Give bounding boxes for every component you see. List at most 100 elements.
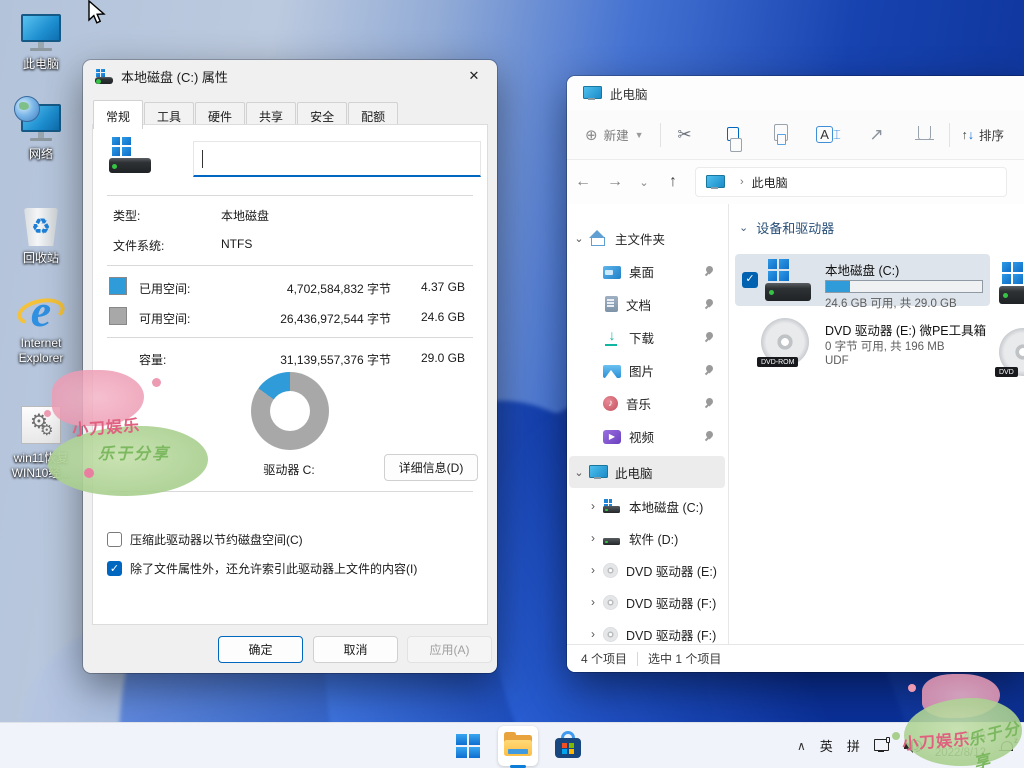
- index-checkbox-label: 除了文件属性外，还允许索引此驱动器上文件的内容(I): [130, 560, 417, 577]
- chevron-down-icon: ▼: [635, 130, 644, 140]
- ime-language-indicator[interactable]: 英: [820, 736, 833, 755]
- desktop-icon-recycle-bin[interactable]: ♻ 回收站: [0, 206, 82, 266]
- chevron-collapsed-icon[interactable]: ›: [583, 595, 603, 609]
- taskbar-file-explorer-button[interactable]: [498, 726, 538, 766]
- desktop-icon-this-pc[interactable]: 此电脑: [0, 12, 82, 72]
- desktop-icon-label: Internet Explorer: [0, 336, 82, 366]
- index-contents-checkbox-row[interactable]: ✓ 除了文件属性外，还允许索引此驱动器上文件的内容(I): [107, 560, 417, 577]
- rename-icon[interactable]: A⌶: [805, 127, 853, 143]
- volume-icon[interactable]: [904, 739, 921, 753]
- desktop-icon-internet-explorer[interactable]: e Internet Explorer: [0, 291, 82, 366]
- nav-drive-d[interactable]: › 软件 (D:): [569, 522, 725, 554]
- nav-desktop[interactable]: 桌面: [569, 255, 725, 287]
- dvd-icon: [603, 563, 618, 578]
- nav-videos[interactable]: ▶ 视频: [569, 420, 725, 452]
- chevron-expanded-icon[interactable]: ⌄: [569, 466, 589, 479]
- taskbar-store-button[interactable]: [548, 726, 588, 766]
- dvd-icon: [603, 627, 618, 642]
- nav-downloads[interactable]: ↓ 下载: [569, 321, 725, 353]
- paste-icon[interactable]: [757, 124, 805, 146]
- type-value: 本地磁盘: [221, 207, 269, 224]
- nav-dvd-f[interactable]: › DVD 驱动器 (F:): [569, 586, 725, 618]
- share-icon[interactable]: ↗: [853, 125, 901, 145]
- back-icon[interactable]: ←: [567, 173, 599, 191]
- nav-drive-c[interactable]: › 本地磁盘 (C:): [569, 490, 725, 522]
- nav-home[interactable]: ⌄ 主文件夹: [569, 222, 725, 254]
- selected-checkbox[interactable]: ✓: [742, 272, 758, 288]
- drive-letter-label: 驱动器 C:: [189, 461, 389, 478]
- dialog-titlebar[interactable]: 本地磁盘 (C:) 属性: [83, 60, 497, 92]
- free-space-label: 可用空间:: [139, 310, 190, 327]
- start-button[interactable]: [448, 726, 488, 766]
- details-button[interactable]: 详细信息(D): [384, 454, 478, 481]
- drive-icon: [603, 498, 621, 514]
- explorer-statusbar: 4 个项目 选中 1 个项目: [567, 644, 1024, 672]
- volume-label-input[interactable]: [193, 141, 481, 177]
- disk-usage-pie-chart: [251, 372, 329, 450]
- desktop-icon: [603, 266, 621, 279]
- history-chevron-icon[interactable]: ⌄: [631, 176, 657, 189]
- pin-icon: [705, 398, 715, 408]
- taskbar-clock[interactable]: 14:55 2022/8/12: [935, 730, 986, 761]
- drive-icon: [95, 69, 113, 84]
- close-icon[interactable]: ✕: [451, 60, 497, 92]
- sort-button[interactable]: ↑↓ 排序: [950, 125, 1005, 144]
- ok-button[interactable]: 确定: [218, 636, 303, 663]
- compress-checkbox[interactable]: [107, 532, 122, 547]
- apply-button[interactable]: 应用(A): [407, 636, 492, 663]
- notification-bell-icon[interactable]: z: [1000, 739, 1014, 753]
- drive-c-tile[interactable]: ✓ 本地磁盘 (C:) 24.6 GB 可用, 共 29.0 GB: [735, 254, 990, 306]
- devices-and-drives-section-header[interactable]: ⌄ 设备和驱动器: [739, 218, 834, 237]
- capacity-size: 29.0 GB: [399, 351, 465, 365]
- network-icon[interactable]: [874, 739, 890, 752]
- chevron-collapsed-icon[interactable]: ›: [583, 627, 603, 641]
- chevron-collapsed-icon[interactable]: ›: [583, 563, 603, 577]
- capacity-bytes: 31,139,557,376 字节: [233, 351, 391, 368]
- nav-this-pc[interactable]: ⌄ 此电脑: [569, 456, 725, 488]
- new-button[interactable]: ⊕ 新建 ▼: [567, 125, 660, 144]
- desktop-icon-win11-restore[interactable]: ⚙⚙ win11恢复 WIN10经...: [0, 406, 82, 481]
- pin-icon: [705, 431, 715, 441]
- documents-icon: [605, 296, 618, 312]
- tray-overflow-chevron-icon[interactable]: ∧: [797, 739, 806, 753]
- compress-drive-checkbox-row[interactable]: 压缩此驱动器以节约磁盘空间(C): [107, 531, 303, 548]
- this-pc-icon: [18, 12, 64, 54]
- this-pc-icon: [583, 85, 601, 101]
- this-pc-icon: [589, 464, 607, 480]
- chevron-expanded-icon[interactable]: ⌄: [569, 232, 589, 245]
- compress-checkbox-label: 压缩此驱动器以节约磁盘空间(C): [130, 531, 303, 548]
- nav-pictures[interactable]: 图片: [569, 354, 725, 386]
- chevron-collapsed-icon[interactable]: ›: [583, 531, 603, 545]
- dvd-free-info: 0 字节 可用, 共 196 MB: [825, 338, 945, 354]
- dvd-filesystem: UDF: [825, 355, 849, 367]
- nav-documents[interactable]: 文档: [569, 288, 725, 320]
- copy-icon[interactable]: [709, 125, 757, 145]
- explorer-window: 此电脑 ⊕ 新建 ▼ ✂ A⌶ ↗ ↑↓ 排序 ←: [567, 76, 1024, 672]
- tab-general[interactable]: 常规: [93, 100, 143, 129]
- index-checkbox[interactable]: ✓: [107, 561, 122, 576]
- filesystem-label: 文件系统:: [113, 237, 164, 254]
- explorer-titlebar[interactable]: 此电脑: [567, 76, 1024, 110]
- filesystem-value: NTFS: [221, 237, 252, 251]
- delete-icon[interactable]: [901, 125, 949, 145]
- up-icon[interactable]: ↑: [657, 173, 689, 191]
- chevron-collapsed-icon[interactable]: ›: [583, 499, 603, 513]
- recycle-bin-icon: ♻: [18, 206, 64, 248]
- navigation-pane: ⌄ 主文件夹 桌面 文档 ↓ 下载 图片 ♪ 音乐: [567, 204, 729, 644]
- used-space-size: 4.37 GB: [399, 280, 465, 294]
- nav-dvd-f2[interactable]: › DVD 驱动器 (F:): [569, 618, 725, 644]
- forward-icon[interactable]: →: [599, 173, 631, 191]
- mouse-cursor: [86, 0, 108, 31]
- cut-icon[interactable]: ✂: [661, 125, 709, 145]
- cancel-button[interactable]: 取消: [313, 636, 398, 663]
- ime-pinyin-indicator[interactable]: 拼: [847, 736, 860, 755]
- desktop-icon-network[interactable]: 网络: [0, 102, 82, 162]
- breadcrumb-item[interactable]: 此电脑: [752, 174, 788, 191]
- gears-icon: ⚙⚙: [18, 406, 64, 448]
- selected-count: 选中 1 个项目: [648, 650, 721, 667]
- nav-music[interactable]: ♪ 音乐: [569, 387, 725, 419]
- used-space-legend-swatch: [109, 277, 127, 295]
- nav-dvd-e[interactable]: › DVD 驱动器 (E:): [569, 554, 725, 586]
- dvd-e-tile[interactable]: DVD-ROM DVD 驱动器 (E:) 微PE工具箱 0 字节 可用, 共 1…: [735, 314, 990, 372]
- breadcrumb[interactable]: › 此电脑: [695, 167, 1007, 197]
